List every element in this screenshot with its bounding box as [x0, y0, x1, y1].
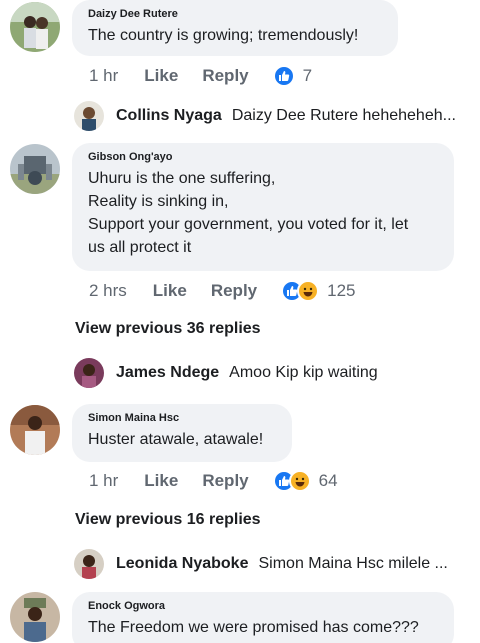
comment-author[interactable]: Daizy Dee Rutere — [88, 8, 382, 20]
comment-actions: 2 hrs Like Reply 125 — [89, 279, 356, 303]
avatar[interactable] — [74, 101, 104, 131]
like-button[interactable]: Like — [144, 471, 178, 491]
reply-preview[interactable]: Leonida Nyaboke Simon Maina Hsc milele .… — [74, 548, 448, 580]
reaction-count: 125 — [327, 281, 356, 300]
comment-text: The Freedom we were promised has come??? — [88, 619, 419, 636]
avatar[interactable] — [10, 144, 60, 194]
like-button[interactable]: Like — [153, 281, 187, 301]
comment-author[interactable]: Simon Maina Hsc — [88, 412, 276, 424]
comment-text: The country is growing; tremendously! — [88, 27, 359, 44]
reaction-summary[interactable]: 125 — [281, 280, 356, 302]
comment-author[interactable]: Enock Ogwora — [88, 600, 438, 612]
reply-button[interactable]: Reply — [202, 471, 248, 491]
reply-preview[interactable]: Collins Nyaga Daizy Dee Rutere heheheheh… — [74, 100, 456, 132]
reaction-count: 7 — [302, 66, 313, 85]
reply-author[interactable]: Leonida Nyaboke — [116, 555, 248, 573]
comment-bubble: Enock Ogwora The Freedom we were promise… — [72, 592, 454, 643]
reply-text: Simon Maina Hsc milele ... — [258, 555, 448, 572]
comment-bubble: Simon Maina Hsc Huster atawale, atawale! — [72, 404, 292, 462]
reply-button[interactable]: Reply — [202, 66, 248, 86]
comment-bubble: Daizy Dee Rutere The country is growing;… — [72, 0, 398, 56]
thumbs-up-icon — [272, 65, 295, 87]
view-previous-replies-link[interactable]: View previous 36 replies — [75, 320, 261, 338]
view-previous-replies-link[interactable]: View previous 16 replies — [75, 511, 261, 529]
comment-text-line: us all protect it — [88, 239, 192, 256]
comment-text-line: Reality is sinking in, — [88, 193, 229, 210]
comment-timestamp[interactable]: 1 hr — [89, 471, 118, 491]
reply-preview[interactable]: James Ndege Amoo Kip kip waiting — [74, 357, 378, 389]
laughing-face-icon — [288, 470, 311, 492]
comment-text-line: Uhuru is the one suffering, — [88, 170, 276, 187]
avatar[interactable] — [74, 549, 104, 579]
reaction-count: 64 — [318, 471, 338, 490]
laughing-face-icon — [297, 280, 320, 302]
reaction-summary[interactable]: 7 — [272, 65, 313, 87]
comment-timestamp[interactable]: 1 hr — [89, 66, 118, 86]
comment-author[interactable]: Gibson Ong'ayo — [88, 151, 438, 163]
comment-text-line: Support your government, you voted for i… — [88, 216, 409, 233]
reply-button[interactable]: Reply — [211, 281, 257, 301]
avatar[interactable] — [10, 405, 60, 455]
comment-timestamp[interactable]: 2 hrs — [89, 281, 127, 301]
avatar[interactable] — [10, 2, 60, 52]
reply-text: Daizy Dee Rutere heheheheh... — [231, 107, 456, 124]
reply-author[interactable]: James Ndege — [116, 364, 219, 382]
like-button[interactable]: Like — [144, 66, 178, 86]
comment-actions: 1 hr Like Reply 64 — [89, 469, 338, 493]
comment-actions: 1 hr Like Reply 7 — [89, 64, 312, 88]
reaction-summary[interactable]: 64 — [272, 470, 338, 492]
reply-author[interactable]: Collins Nyaga — [116, 107, 222, 125]
avatar[interactable] — [10, 592, 60, 642]
avatar[interactable] — [74, 358, 104, 388]
reply-text: Amoo Kip kip waiting — [229, 364, 378, 381]
comment-text: Huster atawale, atawale! — [88, 431, 264, 448]
comment-bubble: Gibson Ong'ayo Uhuru is the one sufferin… — [72, 143, 454, 271]
